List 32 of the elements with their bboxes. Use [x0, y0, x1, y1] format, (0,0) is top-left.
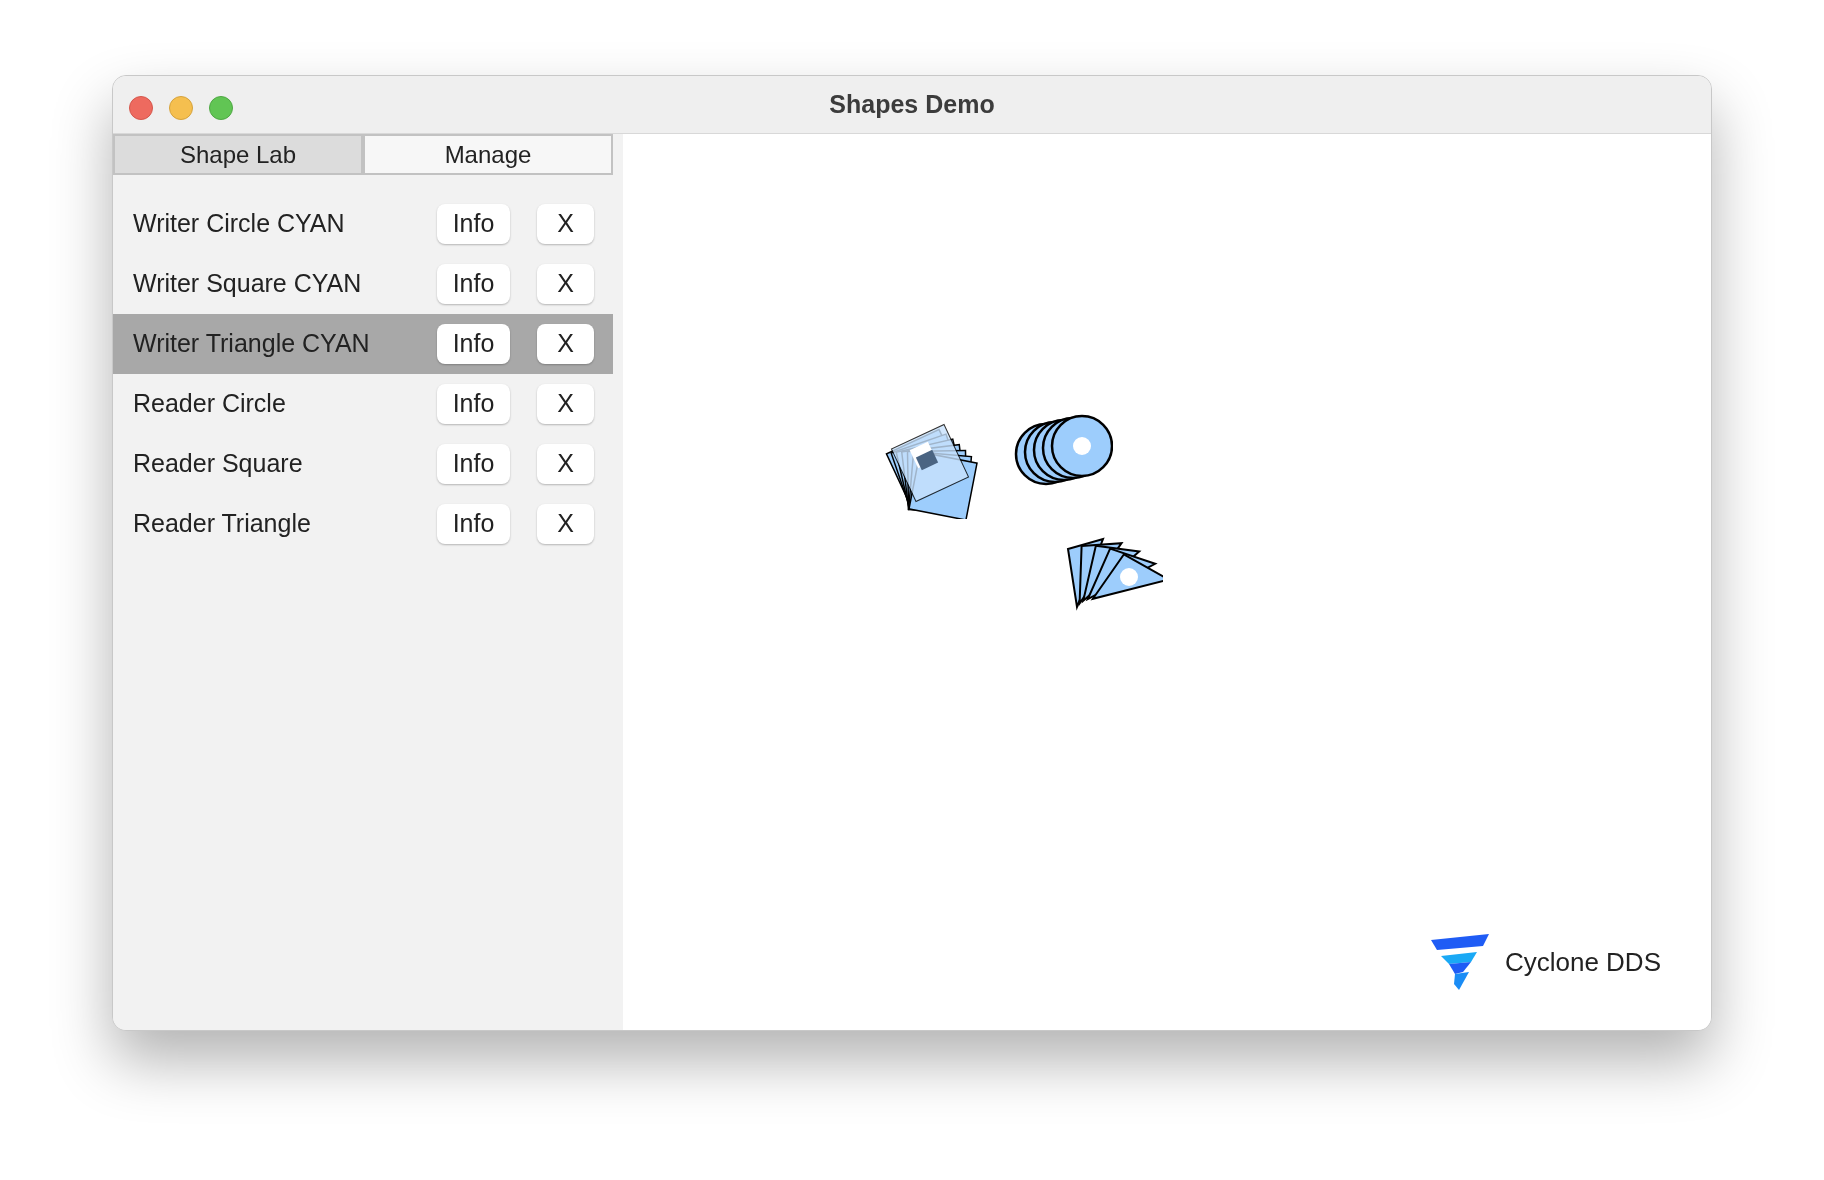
entity-name: Writer Square CYAN [133, 268, 363, 300]
tab[interactable]: Shape Lab [113, 134, 363, 175]
info-button[interactable]: Info [437, 324, 510, 364]
info-button[interactable]: Info [437, 384, 510, 424]
entity-name: Writer Triangle CYAN [133, 328, 371, 360]
entity-row[interactable]: Writer Circle CYAN Info X [113, 194, 613, 254]
tab[interactable]: Manage [363, 134, 613, 175]
info-button[interactable]: Info [437, 444, 510, 484]
entity-row[interactable]: Reader Triangle Info X [113, 494, 613, 554]
remove-button[interactable]: X [537, 264, 594, 304]
entity-name: Reader Circle [133, 388, 287, 420]
entity-row[interactable]: Reader Square Info X [113, 434, 613, 494]
cyclone-logo-icon [1428, 934, 1491, 990]
entity-row[interactable]: Reader Circle Info X [113, 374, 613, 434]
zoom-window-button[interactable] [209, 96, 233, 120]
remove-button[interactable]: X [537, 204, 594, 244]
info-button[interactable]: Info [437, 204, 510, 244]
entity-row[interactable]: Writer Square CYAN Info X [113, 254, 613, 314]
entity-name: Reader Square [133, 448, 304, 480]
logo-text: Cyclone DDS [1504, 945, 1661, 979]
remove-button[interactable]: X [537, 504, 594, 544]
remove-button[interactable]: X [537, 384, 594, 424]
entity-name: Writer Circle CYAN [133, 208, 346, 240]
minimize-window-button[interactable] [169, 96, 193, 120]
info-button[interactable]: Info [437, 504, 510, 544]
remove-button[interactable]: X [537, 324, 594, 364]
close-window-button[interactable] [129, 96, 153, 120]
entity-name: Reader Triangle [133, 508, 312, 540]
remove-button[interactable]: X [537, 444, 594, 484]
info-button[interactable]: Info [437, 264, 510, 304]
entity-row[interactable]: Writer Triangle CYAN Info X [113, 314, 613, 374]
window-title: Shapes Demo [829, 88, 995, 120]
